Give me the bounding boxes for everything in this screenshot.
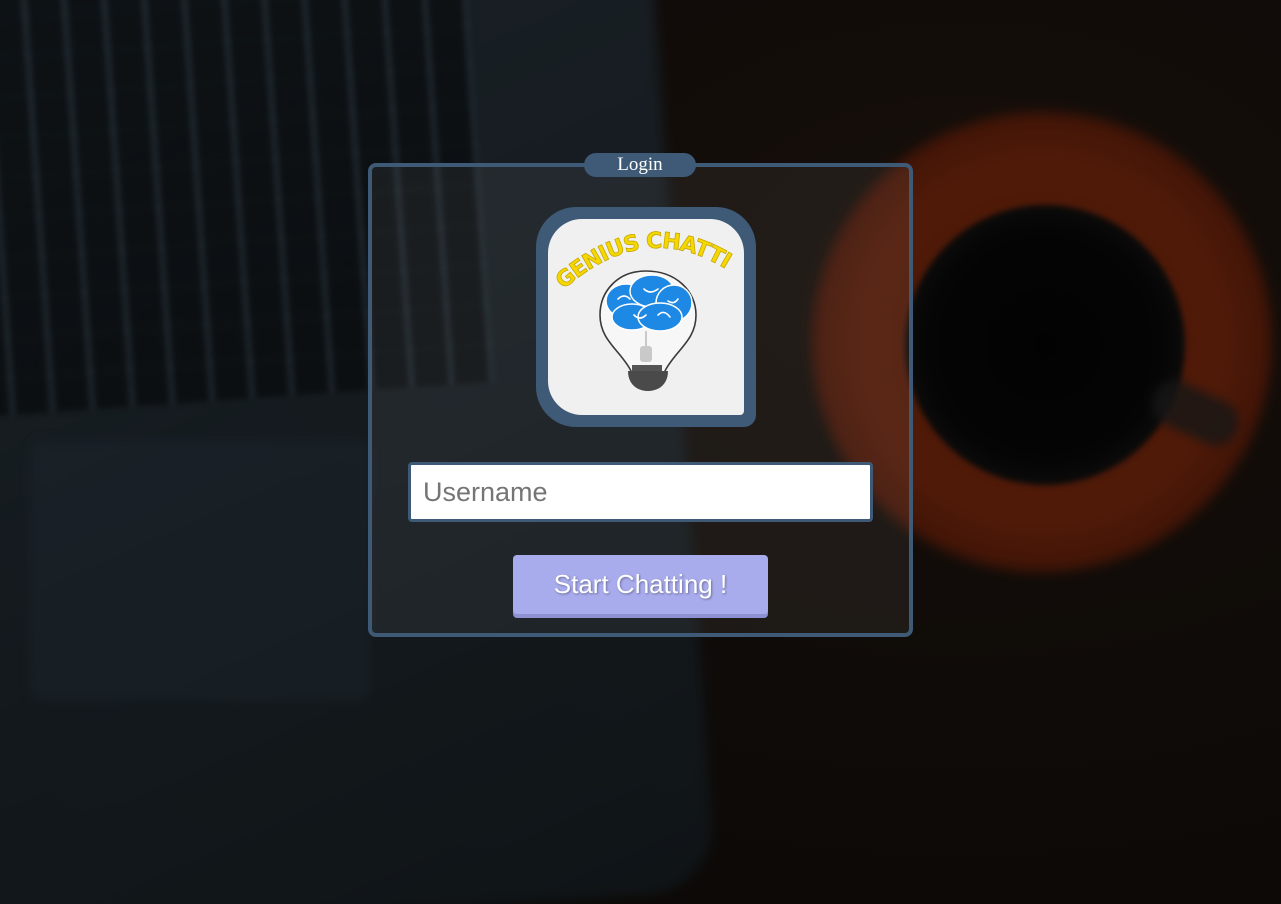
login-legend: Login	[584, 153, 696, 177]
genius-chatting-logo-icon: GENIUS CHATTING	[548, 219, 736, 391]
logo-image: GENIUS CHATTING	[548, 219, 744, 415]
start-chatting-button[interactable]: Start Chatting !	[513, 555, 768, 614]
username-input[interactable]	[408, 462, 873, 522]
